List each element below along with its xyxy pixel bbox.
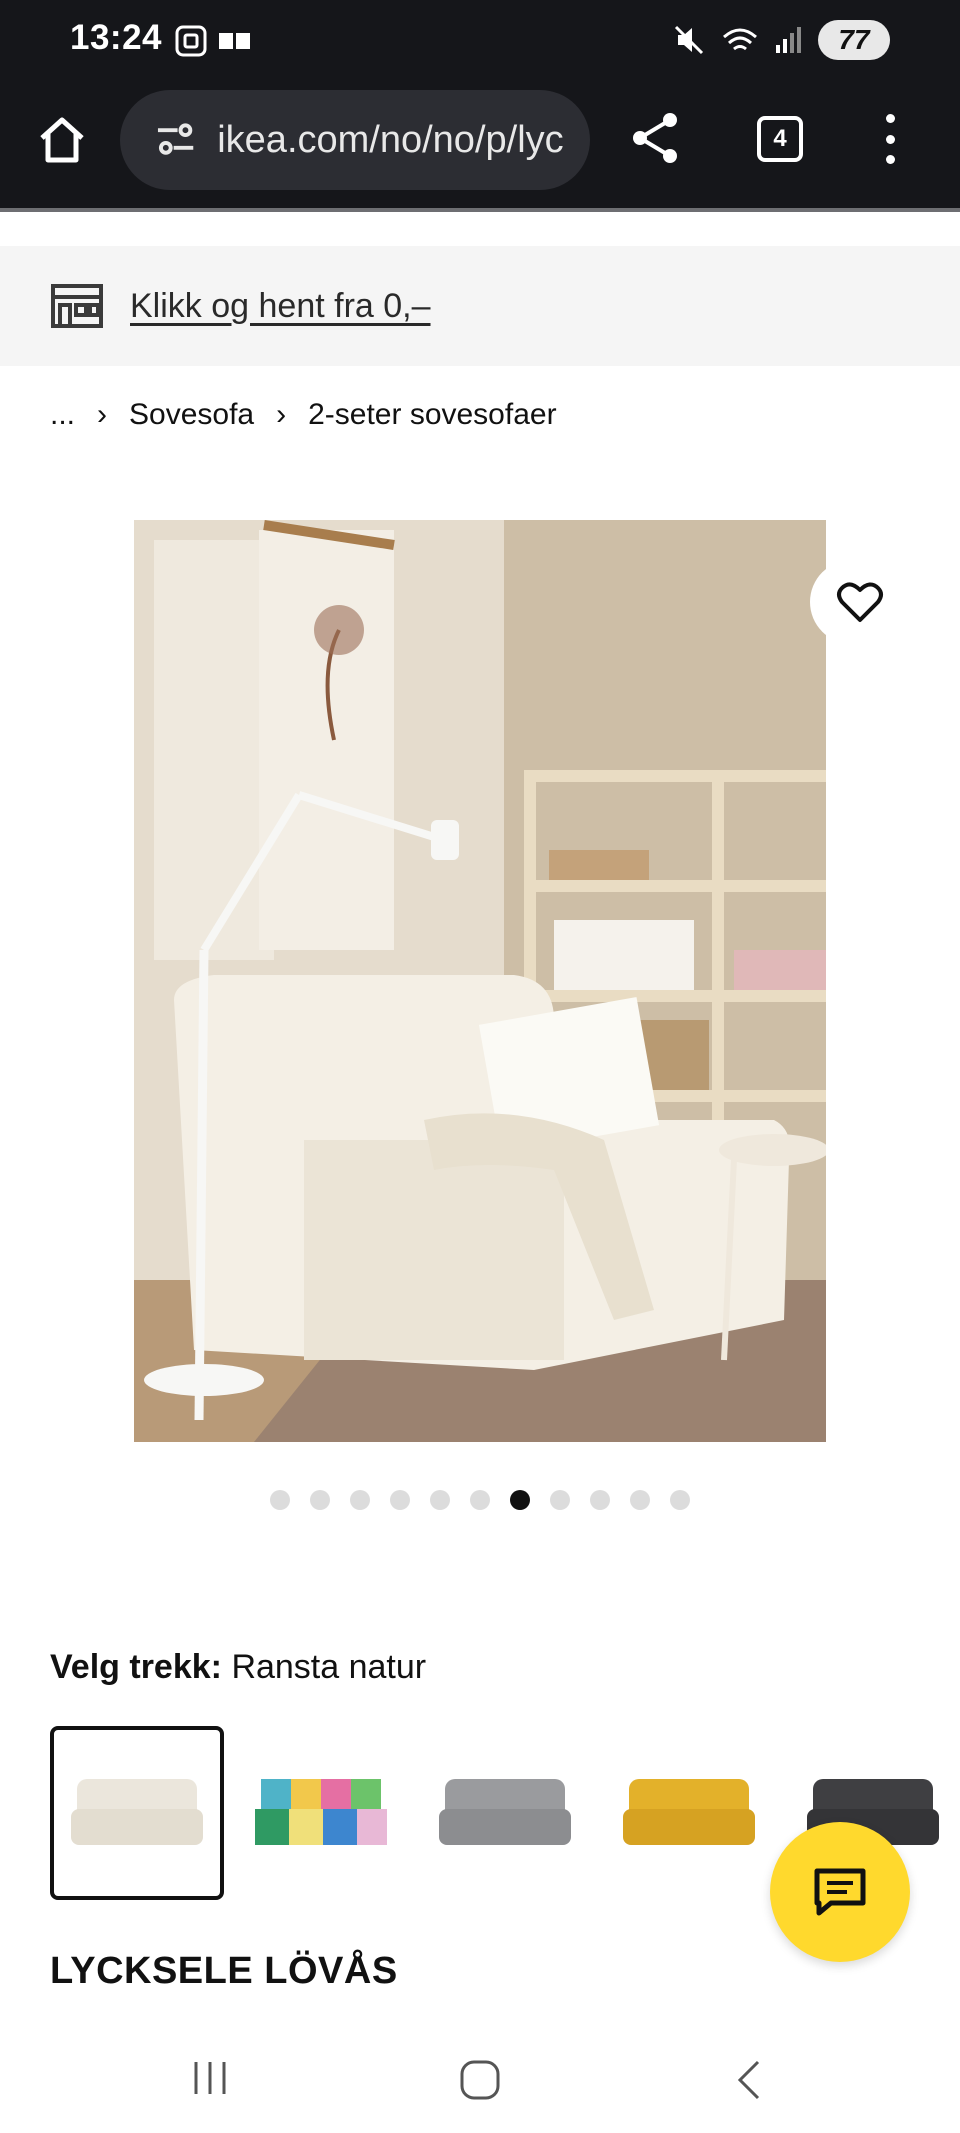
browser-menu-button[interactable] xyxy=(880,114,900,164)
breadcrumb-ellipsis[interactable]: ... xyxy=(50,398,75,432)
share-icon xyxy=(633,113,677,163)
mute-icon xyxy=(674,25,704,55)
breadcrumb-sovesofa[interactable]: Sovesofa xyxy=(129,398,254,432)
site-settings-icon xyxy=(157,123,194,155)
back-button[interactable] xyxy=(732,2058,764,2107)
carousel-dot[interactable] xyxy=(670,1490,690,1510)
click-collect-banner[interactable]: Klikk og hent fra 0,– xyxy=(0,246,960,366)
carousel-dots xyxy=(270,1490,690,1510)
swatch-ransta-natur[interactable] xyxy=(50,1726,224,1900)
menu-dot-icon xyxy=(885,155,895,164)
variant-label: Velg trekk: Ransta natur xyxy=(50,1648,426,1687)
status-icons-left xyxy=(174,24,252,58)
carousel-dot[interactable] xyxy=(270,1490,290,1510)
battery-indicator: 77 xyxy=(818,20,890,60)
variant-label-value: Ransta natur xyxy=(231,1648,427,1686)
toolbar-divider xyxy=(0,208,960,212)
sofa-thumbnail-icon xyxy=(255,1779,387,1845)
home-icon xyxy=(40,117,84,163)
breadcrumb-2-seter[interactable]: 2-seter sovesofaer xyxy=(308,398,556,432)
status-icons-right: 77 xyxy=(672,20,890,60)
status-time: 13:24 xyxy=(70,18,163,57)
url-text: ikea.com/no/no/p/lyc xyxy=(217,118,564,161)
browser-toolbar: ikea.com/no/no/p/lyc 4 xyxy=(0,84,960,208)
sofa-thumbnail-icon xyxy=(71,1779,203,1845)
back-chevron-icon xyxy=(737,2060,760,2100)
menu-dot-icon xyxy=(885,134,895,144)
carousel-dot[interactable] xyxy=(470,1490,490,1510)
product-name: LYCKSELE LÖVÅS xyxy=(50,1950,398,1992)
variant-label-title: Velg trekk: xyxy=(50,1648,222,1686)
carousel-dot[interactable] xyxy=(510,1490,530,1510)
sofa-thumbnail-icon xyxy=(439,1779,571,1845)
click-collect-link[interactable]: Klikk og hent fra 0,– xyxy=(130,287,431,326)
signal-icon xyxy=(776,27,801,53)
home-button[interactable] xyxy=(34,112,90,168)
tab-switcher-button[interactable]: 4 xyxy=(757,116,803,162)
menu-dot-icon xyxy=(885,114,895,123)
store-icon xyxy=(51,284,103,328)
chat-button[interactable] xyxy=(770,1822,910,1962)
carousel-dot[interactable] xyxy=(430,1490,450,1510)
chevron-right-icon: › xyxy=(276,398,287,431)
swatch-multicolor[interactable] xyxy=(234,1726,408,1900)
system-nav-bar xyxy=(0,2030,960,2133)
wifi-icon xyxy=(723,28,757,51)
home-circle-icon xyxy=(460,2060,500,2100)
swatch-yellow[interactable] xyxy=(602,1726,776,1900)
recents-icon xyxy=(194,2062,226,2094)
carousel-dot[interactable] xyxy=(310,1490,330,1510)
product-image[interactable] xyxy=(134,520,826,1442)
carousel-dot[interactable] xyxy=(630,1490,650,1510)
carousel-dot[interactable] xyxy=(550,1490,570,1510)
status-bar: 13:24 77 xyxy=(0,0,960,84)
screenshot-icon xyxy=(175,25,207,57)
chat-icon xyxy=(814,1868,866,1916)
heart-icon xyxy=(837,582,883,622)
notification-icon xyxy=(219,33,250,49)
url-bar[interactable]: ikea.com/no/no/p/lyc xyxy=(120,90,590,190)
carousel-dot[interactable] xyxy=(590,1490,610,1510)
carousel-dot[interactable] xyxy=(390,1490,410,1510)
recents-button[interactable] xyxy=(190,2058,230,2103)
carousel-dot[interactable] xyxy=(350,1490,370,1510)
system-home-button[interactable] xyxy=(458,2060,502,2105)
favourite-button[interactable] xyxy=(810,560,910,644)
sofa-thumbnail-icon xyxy=(623,1779,755,1845)
breadcrumb: ... › Sovesofa › 2-seter sovesofaer xyxy=(50,398,557,432)
swatch-grey[interactable] xyxy=(418,1726,592,1900)
chevron-right-icon: › xyxy=(97,398,108,431)
share-button[interactable] xyxy=(628,110,684,166)
sofa-bed-photo xyxy=(134,520,826,1442)
